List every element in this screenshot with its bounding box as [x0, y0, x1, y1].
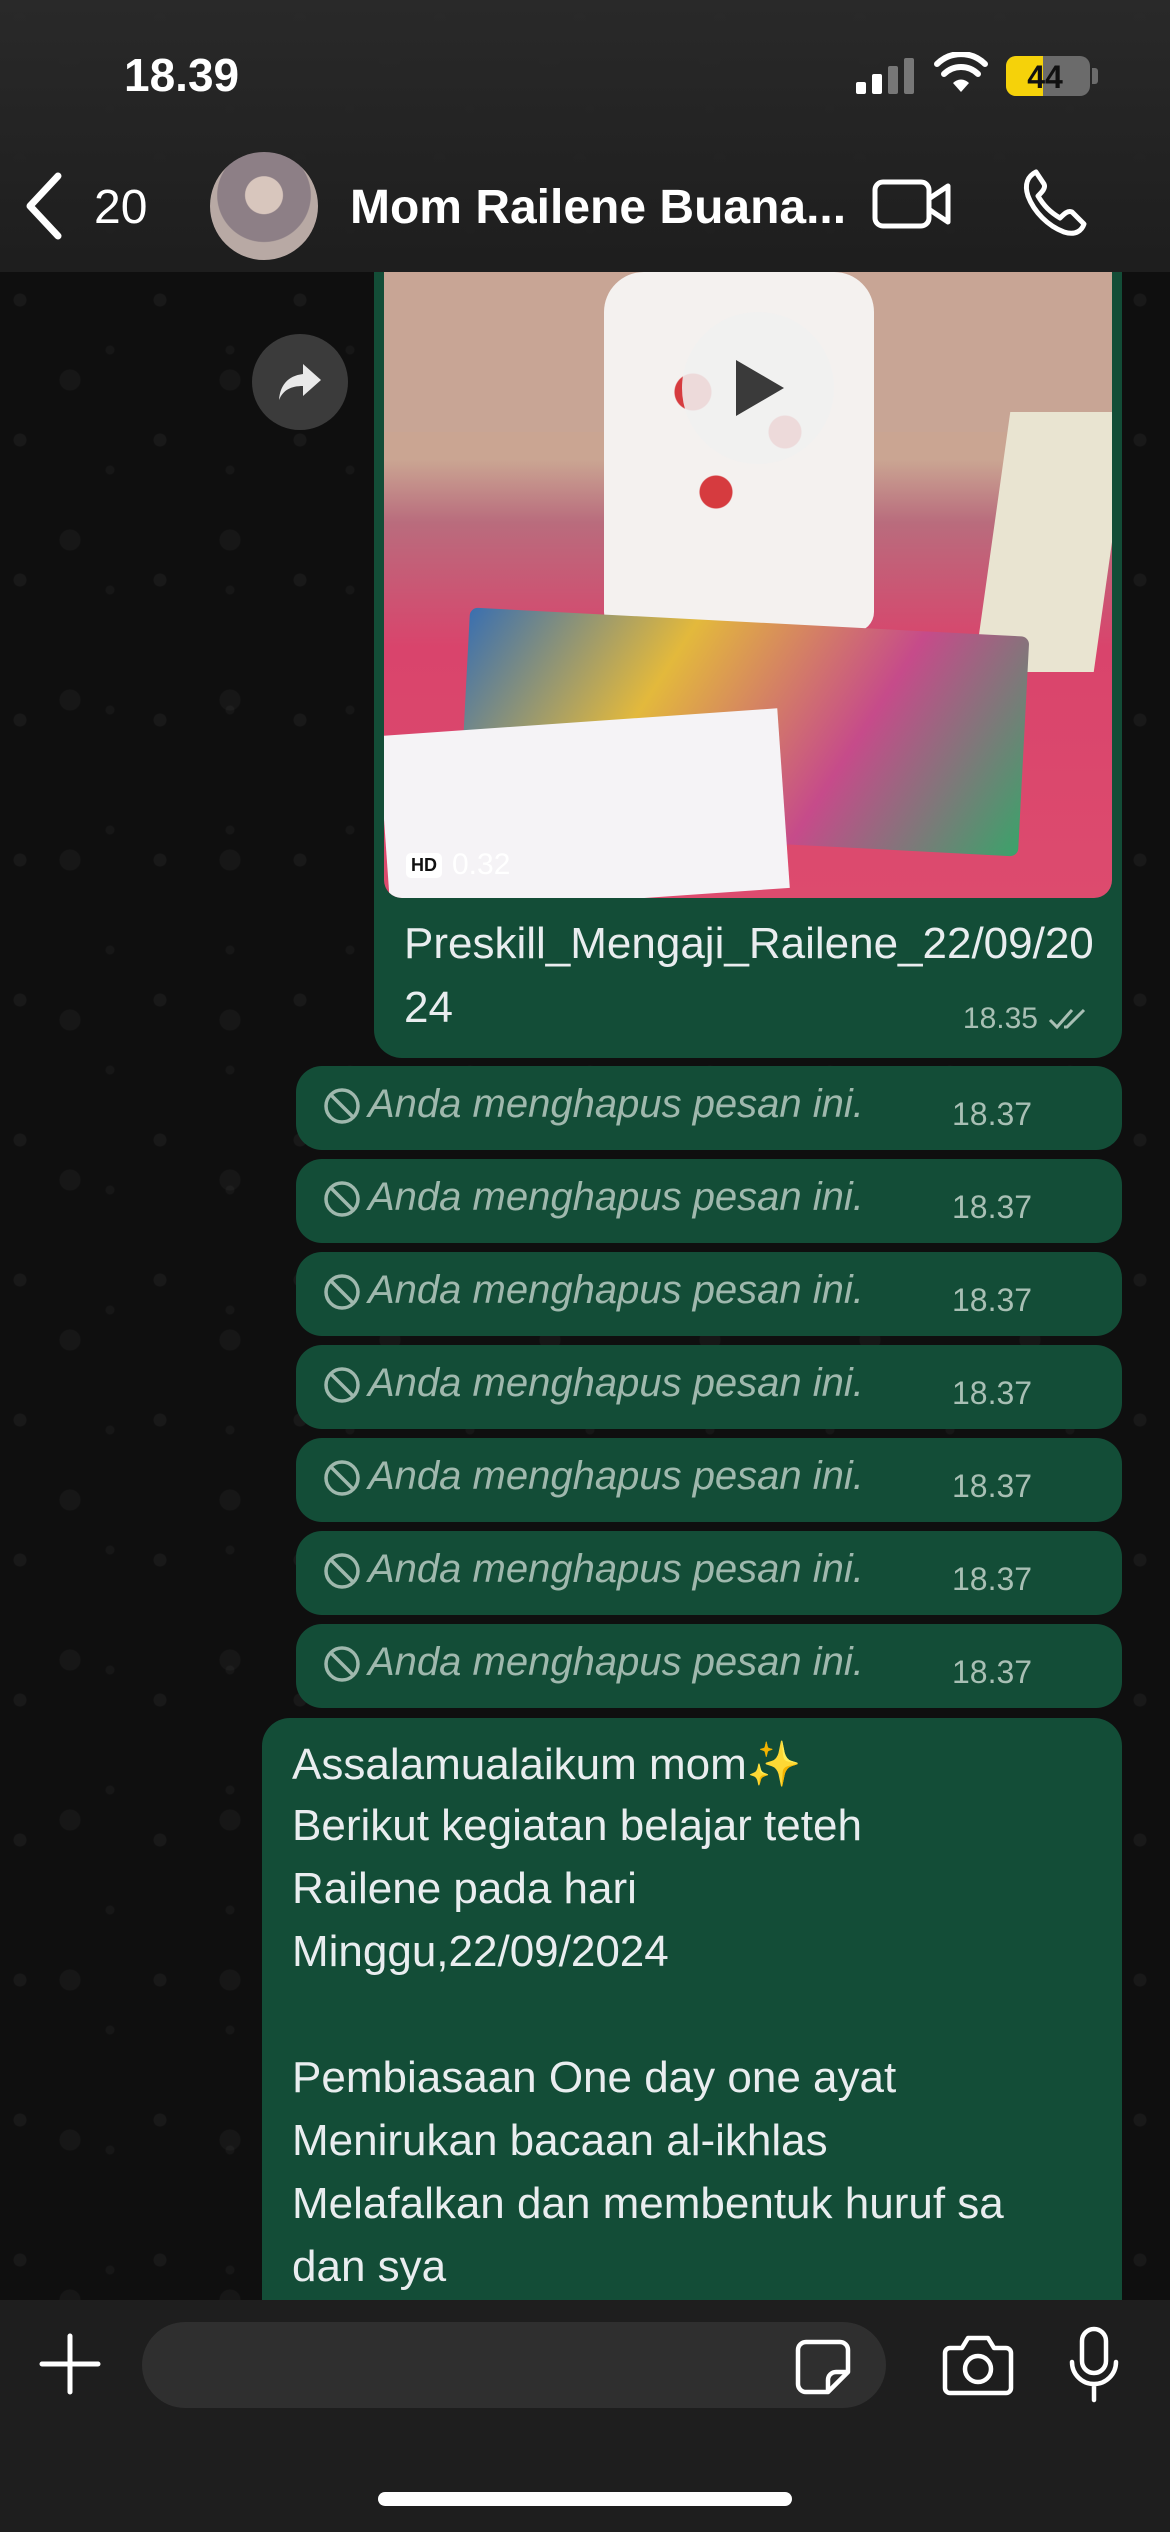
thumbnail-floor: [973, 412, 1112, 672]
deleted-message[interactable]: Anda menghapus pesan ini. 18.37: [296, 1252, 1122, 1336]
back-unread-count[interactable]: 20: [94, 180, 147, 235]
message-time: 18.37: [952, 1468, 1033, 1504]
message-line: Berikut kegiatan belajar teteh: [292, 1801, 862, 1850]
deleted-message-text: Anda menghapus pesan ini.: [368, 1547, 864, 1591]
prohibited-icon: [324, 1367, 360, 1403]
play-button[interactable]: [682, 312, 834, 464]
battery-tip: [1092, 68, 1098, 84]
prohibited-icon: [324, 1274, 360, 1310]
camera-icon[interactable]: [942, 2332, 1014, 2396]
message-time: 18.37: [952, 1096, 1033, 1132]
message-line: Melafalkan dan membentuk huruf sa: [292, 2179, 1004, 2228]
deleted-message-text: Anda menghapus pesan ini.: [368, 1361, 864, 1405]
deleted-message-text: Anda menghapus pesan ini.: [368, 1082, 864, 1126]
message-line: Pembiasaan One day one ayat: [292, 2053, 897, 2102]
forward-button[interactable]: [252, 334, 348, 430]
avatar[interactable]: [210, 152, 318, 260]
text-message-bubble[interactable]: Assalamualaikum mom✨ Berikut kegiatan be…: [262, 1718, 1122, 2318]
deleted-message[interactable]: Anda menghapus pesan ini. 18.37: [296, 1624, 1122, 1708]
video-duration: 0.32: [452, 848, 511, 881]
prohibited-icon: [324, 1181, 360, 1217]
deleted-message-text: Anda menghapus pesan ini.: [368, 1454, 864, 1498]
video-thumbnail[interactable]: HD 0.32: [384, 272, 1112, 898]
home-indicator[interactable]: [378, 2492, 792, 2506]
message-line: Menirukan bacaan al-ikhlas: [292, 2116, 828, 2165]
plus-icon[interactable]: [38, 2332, 102, 2396]
message-time: 18.37: [952, 1561, 1033, 1597]
deleted-message[interactable]: Anda menghapus pesan ini. 18.37: [296, 1066, 1122, 1150]
forward-arrow-icon: [279, 364, 321, 400]
prohibited-icon: [324, 1460, 360, 1496]
battery-icon: 44: [1006, 56, 1090, 96]
message-time: 18.37: [952, 1654, 1033, 1690]
message-time: 18.37: [952, 1282, 1033, 1318]
sticker-icon[interactable]: [794, 2338, 852, 2396]
wifi-icon: [934, 52, 988, 92]
play-icon: [736, 360, 784, 416]
deleted-message[interactable]: Anda menghapus pesan ini. 18.37: [296, 1438, 1122, 1522]
message-time: 18.37: [952, 1189, 1033, 1225]
battery-level: 44: [1027, 59, 1063, 95]
message-line: dan sya: [292, 2242, 447, 2291]
status-time: 18.39: [124, 49, 240, 101]
read-ticks-icon: [1048, 1008, 1086, 1030]
microphone-icon[interactable]: [1068, 2326, 1120, 2404]
message-meta: 18.35: [963, 1002, 1092, 1036]
prohibited-icon: [324, 1646, 360, 1682]
deleted-message[interactable]: Anda menghapus pesan ini. 18.37: [296, 1159, 1122, 1243]
phone-call-icon[interactable]: [1022, 168, 1088, 238]
deleted-message-text: Anda menghapus pesan ini.: [368, 1175, 864, 1219]
deleted-message[interactable]: Anda menghapus pesan ini. 18.37: [296, 1531, 1122, 1615]
hd-icon: HD: [406, 852, 442, 878]
prohibited-icon: [324, 1088, 360, 1124]
message-line: Railene pada hari: [292, 1864, 637, 1913]
chat-title[interactable]: Mom Railene Buana...: [350, 180, 850, 235]
video-call-icon[interactable]: [872, 172, 952, 236]
message-line: Assalamualaikum mom✨: [292, 1740, 802, 1789]
message-input[interactable]: [142, 2322, 886, 2408]
back-chevron-icon[interactable]: [20, 170, 70, 242]
cellular-signal-icon: [856, 58, 914, 94]
deleted-message-text: Anda menghapus pesan ini.: [368, 1268, 864, 1312]
deleted-message[interactable]: Anda menghapus pesan ini. 18.37: [296, 1345, 1122, 1429]
video-duration-badge: HD 0.32: [406, 848, 510, 882]
deleted-message-text: Anda menghapus pesan ini.: [368, 1640, 864, 1684]
prohibited-icon: [324, 1553, 360, 1589]
message-time: 18.37: [952, 1375, 1033, 1411]
message-time: 18.35: [962, 1002, 1038, 1035]
message-line: Minggu,22/09/2024: [292, 1927, 669, 1976]
video-message-bubble[interactable]: HD 0.32 Preskill_Mengaji_Railene_22/09/2…: [374, 272, 1122, 1058]
